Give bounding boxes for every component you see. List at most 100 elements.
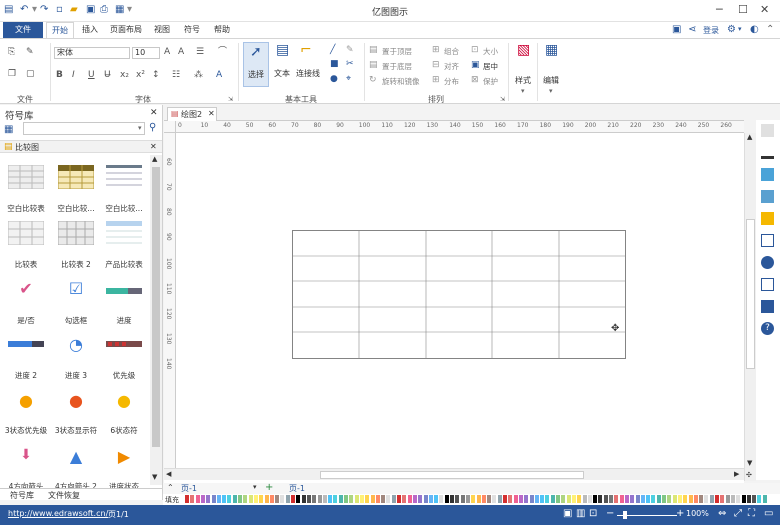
distribute-label[interactable]: 分布 [444, 76, 459, 87]
color-swatch[interactable] [720, 495, 725, 503]
font-size-select[interactable]: 10 [132, 47, 160, 59]
color-swatch[interactable] [476, 495, 481, 503]
distribute-icon[interactable]: ⊞ [432, 75, 440, 86]
color-swatch[interactable] [206, 495, 211, 503]
color-swatch[interactable] [407, 495, 412, 503]
presentation-icon[interactable]: ▭ [764, 508, 773, 519]
color-swatch[interactable] [259, 495, 264, 503]
size-label[interactable]: 大小 [483, 46, 498, 57]
color-swatch[interactable] [328, 495, 333, 503]
scroll-down-icon[interactable]: ▼ [152, 473, 157, 481]
underline-icon[interactable]: U [88, 70, 95, 81]
color-swatch[interactable] [285, 495, 290, 503]
line-spacing-icon[interactable]: ↕ [152, 70, 160, 81]
color-swatch[interactable] [216, 495, 221, 503]
minimize-icon[interactable]: ─ [716, 3, 723, 16]
color-swatch[interactable] [391, 495, 396, 503]
tab-home[interactable]: 开始 [46, 22, 74, 38]
color-swatch[interactable] [248, 495, 253, 503]
color-swatch[interactable] [200, 495, 205, 503]
format-painter-icon[interactable]: ✎ [26, 47, 34, 58]
color-swatch[interactable] [397, 495, 401, 503]
group-icon[interactable]: ⊞ [432, 45, 440, 56]
color-swatch[interactable] [232, 495, 237, 503]
color-swatch[interactable] [704, 495, 709, 503]
symbol-blank-comparison-2[interactable] [50, 164, 102, 191]
strikethrough-icon[interactable]: U̶ [104, 70, 111, 81]
color-swatch[interactable] [725, 495, 730, 503]
page-view-icon[interactable]: ▥ [576, 508, 585, 519]
color-swatch[interactable] [280, 495, 285, 503]
comment-icon[interactable] [761, 300, 774, 313]
zoom-slider-thumb[interactable] [623, 511, 627, 519]
color-swatch[interactable] [640, 495, 645, 503]
crop-tool-icon[interactable]: ✂ [346, 59, 354, 70]
color-swatch[interactable] [757, 495, 762, 503]
color-swatch[interactable] [253, 495, 258, 503]
color-swatch[interactable] [359, 495, 364, 503]
symbol-checkbox[interactable]: ☑ [50, 279, 102, 298]
rotate-label[interactable]: 旋转和镜像 [382, 76, 420, 87]
color-swatch[interactable] [741, 495, 746, 503]
document-properties-icon[interactable] [761, 278, 774, 291]
color-swatch[interactable] [688, 495, 693, 503]
bullet-list-icon[interactable]: ☷ [172, 70, 180, 81]
color-swatch[interactable] [423, 495, 428, 503]
close-icon[interactable]: ✕ [760, 3, 769, 16]
tab-help[interactable]: 帮助 [208, 22, 236, 38]
zoom-level[interactable]: 100% [686, 509, 709, 518]
zoom-in-icon[interactable]: + [676, 508, 684, 519]
layers-icon[interactable] [761, 212, 774, 225]
rotate-icon[interactable]: ↻ [369, 75, 377, 86]
size-icon[interactable]: ⊡ [471, 45, 479, 56]
color-swatch[interactable] [646, 495, 651, 503]
color-swatch[interactable] [715, 495, 719, 503]
line-icon[interactable] [761, 146, 774, 159]
symbol-comparison-table-2[interactable] [50, 220, 102, 247]
color-swatch[interactable] [603, 495, 608, 503]
subscript-icon[interactable]: x₂ [120, 70, 129, 81]
symbol-product-comparison[interactable] [98, 221, 150, 247]
color-swatch[interactable] [301, 495, 306, 503]
paste-icon[interactable]: ⎘ [8, 47, 15, 58]
color-swatch[interactable] [746, 495, 751, 503]
full-screen-icon[interactable]: ⛶ [748, 508, 755, 519]
settings-dropdown-icon[interactable]: ▾ [738, 25, 742, 33]
tab-file-recovery[interactable]: 文件恢复 [48, 490, 80, 501]
color-swatch[interactable] [354, 495, 359, 503]
superscript-icon[interactable]: x² [136, 70, 145, 81]
symbol-progress-status[interactable]: ▶ [98, 447, 150, 466]
fit-window-icon[interactable]: ⤢ [734, 508, 742, 519]
color-swatch[interactable] [529, 495, 534, 503]
color-swatch[interactable] [460, 495, 465, 503]
scroll-up-icon[interactable]: ▲ [152, 155, 157, 163]
color-swatch[interactable] [306, 495, 311, 503]
color-swatch[interactable] [609, 495, 613, 503]
style-label[interactable]: 样式 [515, 75, 531, 86]
h-scroll-thumb[interactable] [320, 471, 584, 479]
panel-close-icon[interactable]: ✕ [150, 108, 158, 118]
symbol-priority[interactable] [98, 340, 150, 349]
protect-label[interactable]: 保护 [483, 76, 498, 87]
color-swatch[interactable] [322, 495, 327, 503]
color-swatch[interactable] [211, 495, 216, 503]
color-swatch[interactable] [672, 495, 677, 503]
center-label[interactable]: 居中 [483, 61, 498, 72]
tab-view[interactable]: 视图 [148, 22, 176, 38]
text-tool-label[interactable]: 文本 [274, 68, 290, 79]
scroll-up-icon[interactable]: ▲ [747, 133, 752, 141]
color-swatch[interactable] [275, 495, 280, 503]
text-tool-icon[interactable]: ▤ [276, 43, 289, 57]
color-swatch[interactable] [428, 495, 433, 503]
tab-page-layout[interactable]: 页面布局 [106, 22, 146, 38]
page-dropdown-icon[interactable]: ▾ [253, 483, 257, 491]
color-swatch[interactable] [677, 495, 682, 503]
page-tab[interactable]: 页-1 [289, 483, 305, 494]
color-swatch[interactable] [296, 495, 301, 503]
bring-front-label[interactable]: 置于顶层 [382, 46, 412, 57]
color-swatch[interactable] [614, 495, 619, 503]
protect-icon[interactable]: ⊠ [471, 75, 479, 86]
color-swatch[interactable] [381, 495, 386, 503]
color-swatch[interactable] [624, 495, 629, 503]
category-close-icon[interactable]: ✕ [150, 142, 157, 151]
